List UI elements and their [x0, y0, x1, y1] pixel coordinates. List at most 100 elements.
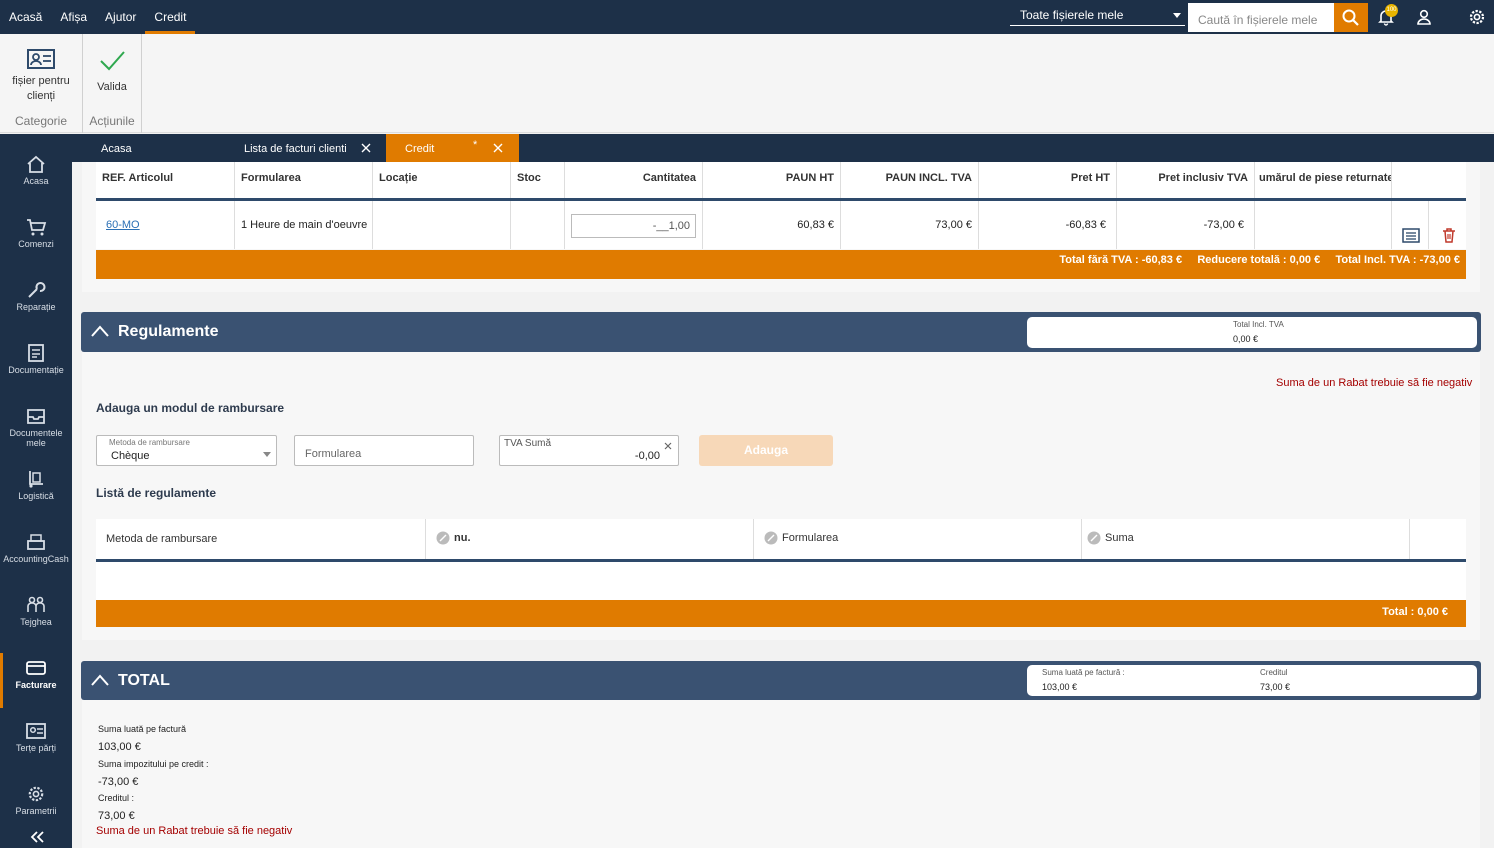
nav-repair[interactable]: Reparație [0, 270, 72, 333]
cell-details [1392, 201, 1429, 249]
quantity-input[interactable]: -__1,00 [571, 214, 696, 238]
nav-my-documents-label: Documentele mele [9, 428, 63, 448]
clear-icon[interactable] [664, 442, 672, 450]
col-actions [1392, 162, 1466, 198]
customer-file-button[interactable]: fișier pentru clienți [0, 48, 82, 104]
col-ref[interactable]: REF. Articolul [96, 162, 235, 198]
wrench-icon [28, 282, 46, 298]
scope-select[interactable]: Toate fișierele mele [1010, 4, 1185, 26]
menu-home[interactable]: Acasă [0, 0, 51, 34]
nav-accounting-cash[interactable]: AccountingCash [0, 522, 72, 585]
search-button[interactable] [1334, 3, 1368, 32]
chevron-down-icon [1173, 13, 1181, 18]
gear-icon[interactable] [1468, 8, 1486, 26]
close-icon[interactable] [361, 143, 371, 153]
col-payment-label[interactable]: Formularea [754, 519, 1082, 559]
col-payment-method[interactable]: Metoda de rambursare [96, 519, 426, 559]
col-paun-ht[interactable]: PAUN HT [703, 162, 841, 198]
card-icon [26, 661, 46, 675]
add-payment-button[interactable]: Adauga [699, 435, 833, 466]
collapse-icon[interactable] [28, 830, 46, 844]
payment-method-value: Chèque [111, 450, 150, 462]
col-number[interactable]: nu. [426, 519, 754, 559]
nav-third-parties-label: Terțe părți [15, 743, 57, 753]
col-price-ht[interactable]: Pret HT [979, 162, 1117, 198]
col-payment-actions [1410, 519, 1466, 559]
tab-home[interactable]: Acasa [101, 134, 132, 162]
cell-paun-ht: 60,83 € [703, 201, 841, 249]
cart-icon [27, 219, 47, 236]
menu-credit[interactable]: Credit [145, 0, 196, 34]
nav-billing-label: Facturare [15, 680, 57, 690]
payment-amount-value: -0,00 [634, 450, 660, 462]
cell-returned [1255, 201, 1392, 249]
tab-credit[interactable]: Credit * [386, 134, 519, 162]
col-price-ttc[interactable]: Pret inclusiv TVA [1117, 162, 1255, 198]
chevron-down-icon [263, 452, 271, 457]
payment-method-select[interactable]: Metoda de rambursare Chèque [96, 435, 277, 466]
payments-table-body [96, 562, 1466, 600]
nav-home-label: Acasa [23, 176, 49, 186]
nav-logistics[interactable]: Logistică [0, 459, 72, 522]
nav-my-documents[interactable]: Documentele mele [0, 396, 72, 459]
category-group-label: Categorie [14, 114, 68, 128]
document-tabs: Acasa Lista de facturi clienti Credit * [72, 134, 1494, 162]
sort-icon [436, 531, 450, 545]
article-ref-link[interactable]: 60-MO [96, 201, 235, 249]
ribbon-group-category: fișier pentru clienți Categorie [0, 34, 83, 133]
validate-button[interactable]: Valida [83, 48, 141, 95]
checkmark-icon [100, 51, 125, 71]
hand-truck-icon [29, 471, 43, 488]
col-location[interactable]: Locație [373, 162, 511, 198]
payments-section-header[interactable]: Regulamente Total Incl. TVA 0,00 € [81, 312, 1481, 352]
unsaved-mark: * [473, 139, 478, 151]
col-label[interactable]: Formularea [235, 162, 373, 198]
total-section-header[interactable]: TOTAL Suma luată pe factură : 103,00 € C… [81, 661, 1481, 700]
scope-select-value: Toate fișierele mele [1020, 8, 1124, 22]
nav-repair-label: Reparație [16, 302, 56, 312]
search-input[interactable]: Caută în fișierele mele [1188, 3, 1334, 32]
main-menu: Acasă Afișa Ajutor Credit [0, 0, 196, 34]
table-row: 60-MO 1 Heure de main d'oeuvre -__1,00 6… [96, 201, 1466, 249]
credit-tax-label: Suma impozitului pe credit : [98, 759, 209, 769]
nav-settings[interactable]: Parametrii [0, 774, 72, 837]
payments-title: Regulamente [118, 323, 219, 340]
nav-third-parties[interactable]: Terțe părți [0, 711, 72, 774]
ribbon-group-actions: Valida Acțiunile [83, 34, 142, 133]
user-icon[interactable] [1415, 8, 1433, 26]
trash-icon[interactable] [1441, 227, 1457, 243]
customer-file-label: fișier pentru clienți [12, 75, 70, 102]
nav-documentation-label: Documentație [8, 365, 64, 375]
invoice-amount-value: 103,00 € [98, 741, 141, 753]
nav-counter[interactable]: Tejghea [0, 585, 72, 648]
col-returned[interactable]: umărul de piese returnate [1255, 162, 1392, 198]
col-stock[interactable]: Stoc [511, 162, 565, 198]
col-paun-ttc[interactable]: PAUN INCL. TVA [841, 162, 979, 198]
col-payment-label-label: Formularea [782, 531, 839, 544]
payment-label-input[interactable]: Formularea [294, 435, 474, 466]
payment-amount-input[interactable]: TVA Sumă -0,00 [499, 435, 679, 466]
sort-icon [1087, 531, 1101, 545]
payments-total-bar: Total : 0,00 € [96, 600, 1466, 627]
document-icon [28, 344, 44, 362]
tab-invoice-list[interactable]: Lista de facturi clienti [244, 134, 347, 162]
details-icon[interactable] [1402, 227, 1420, 243]
ribbon: fișier pentru clienți Categorie Valida A… [0, 34, 1494, 133]
chevron-up-icon[interactable] [91, 325, 109, 337]
close-icon[interactable] [493, 143, 503, 153]
nav-orders[interactable]: Comenzi [0, 207, 72, 270]
total-box-label-credit: Creditul [1260, 668, 1288, 677]
col-quantity[interactable]: Cantitatea [565, 162, 703, 198]
nav-billing[interactable]: Facturare [0, 648, 72, 711]
credit-value: 73,00 € [98, 810, 135, 822]
col-amount[interactable]: Suma [1082, 519, 1410, 559]
nav-documentation[interactable]: Documentație [0, 333, 72, 396]
cash-register-icon [27, 534, 45, 550]
chevron-up-icon[interactable] [91, 674, 109, 686]
cell-price-ht: -60,83 € [979, 201, 1117, 249]
cell-delete [1429, 201, 1466, 249]
menu-view[interactable]: Afișa [51, 0, 96, 34]
menu-help[interactable]: Ajutor [96, 0, 145, 34]
total-box-value-credit: 73,00 € [1260, 682, 1291, 692]
nav-home[interactable]: Acasa [0, 144, 72, 207]
